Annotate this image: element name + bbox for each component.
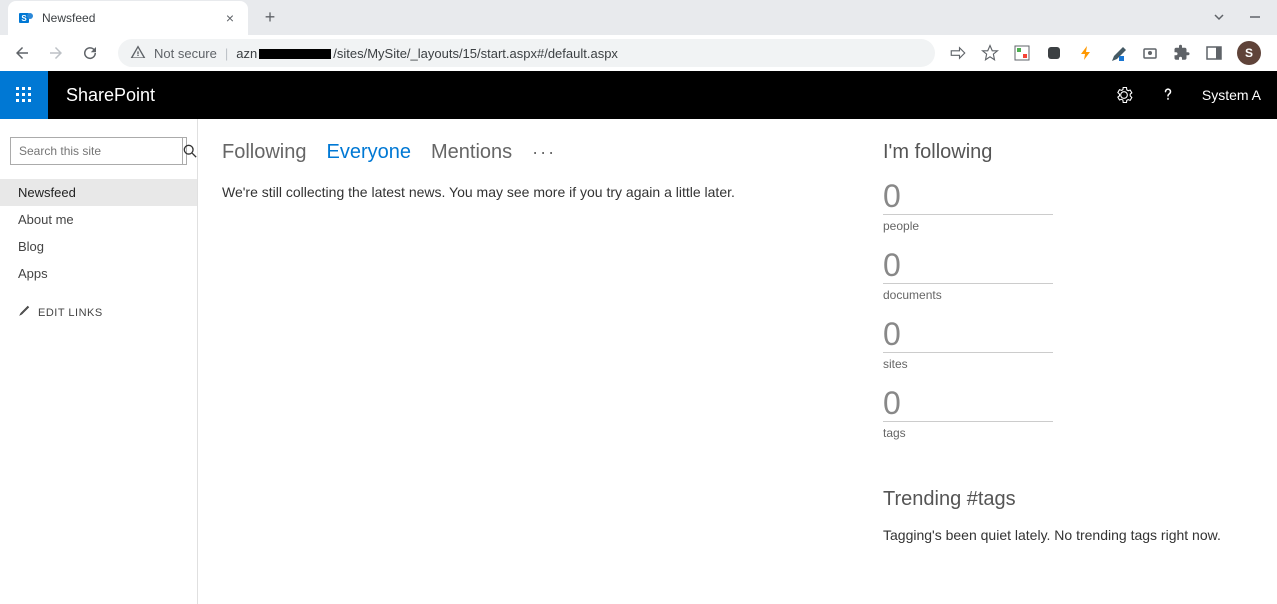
not-secure-label: Not secure: [154, 46, 217, 61]
minimize-icon[interactable]: [1249, 10, 1261, 26]
extension-icon-1[interactable]: [1013, 44, 1031, 62]
extensions-puzzle-icon[interactable]: [1173, 44, 1191, 62]
left-nav: Newsfeed About me Blog Apps EDIT LINKS: [0, 119, 198, 604]
follow-item-documents[interactable]: 0 documents: [883, 249, 1253, 302]
url-obscured: [259, 49, 331, 59]
search-input[interactable]: [11, 144, 182, 158]
extension-icon-3[interactable]: [1109, 44, 1127, 62]
url-text: azn/sites/MySite/_layouts/15/start.aspx#…: [236, 46, 618, 61]
nav-list: Newsfeed About me Blog Apps: [0, 179, 197, 287]
profile-avatar[interactable]: S: [1237, 41, 1261, 65]
extension-icon-4[interactable]: [1141, 44, 1159, 62]
follow-count: 0: [883, 249, 1053, 284]
gear-icon[interactable]: [1114, 85, 1134, 105]
chevron-down-icon[interactable]: [1213, 10, 1225, 26]
follow-item-sites[interactable]: 0 sites: [883, 318, 1253, 371]
app-launcher-button[interactable]: [0, 71, 48, 119]
reload-button[interactable]: [76, 39, 104, 67]
window-controls: [1213, 10, 1277, 26]
share-icon[interactable]: [949, 44, 967, 62]
warning-icon: [130, 44, 146, 63]
follow-label: tags: [883, 426, 1253, 440]
trending-section: Trending #tags Tagging's been quiet late…: [883, 488, 1253, 543]
following-heading: I'm following: [883, 141, 1253, 164]
content-area: Following Everyone Mentions ··· We're st…: [198, 119, 1277, 604]
follow-count: 0: [883, 387, 1053, 422]
address-bar-row: Not secure | azn/sites/MySite/_layouts/1…: [0, 35, 1277, 71]
sharepoint-favicon: S: [18, 10, 34, 26]
svg-text:S: S: [21, 14, 27, 23]
follow-label: sites: [883, 357, 1253, 371]
follow-item-tags[interactable]: 0 tags: [883, 387, 1253, 440]
tab-following[interactable]: Following: [222, 141, 306, 164]
sidepanel-icon[interactable]: [1205, 44, 1223, 62]
star-icon[interactable]: [981, 44, 999, 62]
status-message: We're still collecting the latest news. …: [222, 184, 843, 200]
follow-count: 0: [883, 318, 1053, 353]
back-button[interactable]: [8, 39, 36, 67]
user-label[interactable]: System A: [1202, 87, 1261, 103]
search-box: [10, 137, 187, 165]
pencil-icon: [18, 305, 30, 320]
address-bar[interactable]: Not secure | azn/sites/MySite/_layouts/1…: [118, 39, 935, 67]
follow-label: people: [883, 219, 1253, 233]
forward-button[interactable]: [42, 39, 70, 67]
tab-title: Newsfeed: [42, 11, 214, 25]
trending-text: Tagging's been quiet lately. No trending…: [883, 527, 1253, 543]
browser-chrome: S Newsfeed × + Not secure: [0, 0, 1277, 71]
more-options-button[interactable]: ···: [532, 142, 556, 163]
follow-item-people[interactable]: 0 people: [883, 180, 1253, 233]
lightning-icon[interactable]: [1077, 44, 1095, 62]
extension-icon-2[interactable]: [1045, 44, 1063, 62]
close-icon[interactable]: ×: [222, 10, 238, 26]
side-column: I'm following 0 people 0 documents 0 sit…: [883, 141, 1253, 582]
follow-count: 0: [883, 180, 1053, 215]
search-button[interactable]: [182, 138, 197, 164]
tab-mentions[interactable]: Mentions: [431, 141, 512, 164]
nav-item-apps[interactable]: Apps: [0, 260, 197, 287]
nav-item-blog[interactable]: Blog: [0, 233, 197, 260]
feed-column: Following Everyone Mentions ··· We're st…: [222, 141, 843, 582]
browser-tab[interactable]: S Newsfeed ×: [8, 1, 248, 35]
help-icon[interactable]: [1158, 85, 1178, 105]
follow-label: documents: [883, 288, 1253, 302]
nav-item-newsfeed[interactable]: Newsfeed: [0, 179, 197, 206]
tab-bar: S Newsfeed × +: [0, 0, 1277, 35]
extension-icons: S: [949, 41, 1269, 65]
trending-heading: Trending #tags: [883, 488, 1253, 511]
nav-item-about-me[interactable]: About me: [0, 206, 197, 233]
edit-links-label: EDIT LINKS: [38, 307, 103, 319]
sharepoint-brand: SharePoint: [48, 85, 155, 106]
main-layout: Newsfeed About me Blog Apps EDIT LINKS F…: [0, 119, 1277, 604]
feed-tabs: Following Everyone Mentions ···: [222, 141, 843, 164]
new-tab-button[interactable]: +: [256, 4, 284, 32]
tab-everyone[interactable]: Everyone: [326, 141, 411, 164]
sharepoint-header: SharePoint System A: [0, 71, 1277, 119]
edit-links-button[interactable]: EDIT LINKS: [0, 287, 197, 320]
